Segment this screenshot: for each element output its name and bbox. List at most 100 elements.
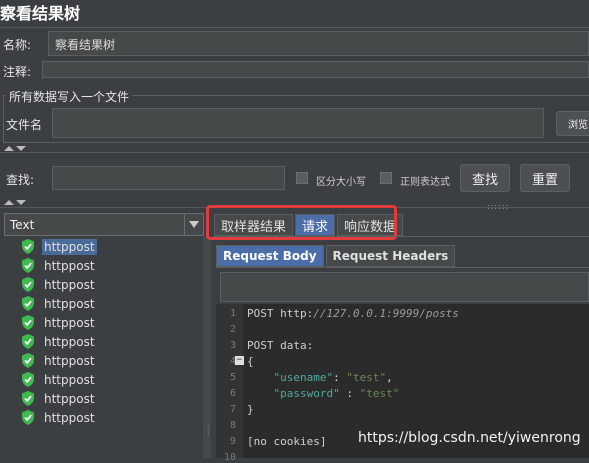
line-number: 1 bbox=[229, 308, 236, 319]
success-shield-icon bbox=[22, 391, 34, 406]
drag-handle[interactable]: · · · · bbox=[207, 423, 210, 440]
success-shield-icon bbox=[22, 258, 34, 273]
case-sensitive-label: 区分大小写 bbox=[316, 177, 366, 188]
case-sensitive-checkbox[interactable] bbox=[296, 172, 308, 184]
chevron-down-icon[interactable] bbox=[184, 214, 203, 235]
search-input[interactable] bbox=[52, 166, 285, 190]
tree-item-label: httppost bbox=[44, 334, 95, 349]
line-number: 6 bbox=[229, 388, 236, 399]
comment-field[interactable] bbox=[42, 61, 589, 78]
request-tabs: Request Body Request Headers bbox=[216, 245, 457, 267]
name-field[interactable]: 察看结果树 bbox=[48, 31, 589, 56]
regex-checkbox[interactable] bbox=[380, 172, 392, 184]
tree-item-label: httppost bbox=[44, 353, 95, 368]
collapse-up-icon[interactable] bbox=[4, 146, 14, 151]
results-tree: httppost httppost httppost httppost httppost… bbox=[3, 237, 203, 458]
line-number: 2 bbox=[229, 324, 236, 335]
line-number: 8 bbox=[229, 420, 236, 431]
write-all-legend: 所有数据写入一个文件 bbox=[6, 88, 133, 105]
tab-request-0[interactable]: Request Body bbox=[216, 245, 324, 267]
success-shield-icon bbox=[22, 239, 34, 254]
tree-item-label: httppost bbox=[44, 296, 95, 311]
code-token: POST data: bbox=[247, 339, 314, 352]
line-number: 3 bbox=[229, 340, 236, 351]
line-number: 4 bbox=[229, 356, 236, 367]
comment-label: 注释: bbox=[3, 65, 32, 79]
code-line: POST http://127.0.0.1:9999/posts bbox=[247, 307, 459, 320]
divider bbox=[213, 236, 589, 237]
code-token: "password" bbox=[273, 387, 340, 400]
code-token: : bbox=[339, 387, 360, 400]
divider bbox=[216, 267, 589, 268]
splitter-arrows[interactable] bbox=[4, 200, 26, 205]
tree-item-label: httppost bbox=[44, 391, 95, 406]
code-token: : bbox=[333, 371, 347, 384]
code-token: { bbox=[247, 355, 254, 368]
success-shield-icon bbox=[22, 315, 34, 330]
code-token: , bbox=[386, 371, 393, 384]
tree-item[interactable]: httppost bbox=[3, 370, 203, 389]
collapse-up-icon[interactable] bbox=[4, 200, 14, 205]
success-shield-icon bbox=[22, 372, 34, 387]
tab-request-1[interactable]: Request Headers bbox=[325, 245, 456, 267]
renderer-select[interactable]: Text bbox=[4, 213, 204, 236]
line-number: 5 bbox=[229, 372, 236, 383]
tree-item-label: httppost bbox=[44, 277, 95, 292]
code-token: //127.0.0.1:9999/posts bbox=[313, 307, 459, 320]
line-number: 9 bbox=[229, 436, 236, 447]
code-line: [no cookies] bbox=[247, 435, 326, 448]
code-token: "test" bbox=[359, 387, 400, 400]
code-token: } bbox=[247, 403, 254, 416]
filename-label: 文件名 bbox=[6, 118, 43, 132]
code-line: } bbox=[247, 403, 254, 416]
page-title: 察看结果树 bbox=[0, 4, 81, 23]
tree-item-label: httppost bbox=[44, 372, 95, 387]
code-line: { bbox=[247, 355, 254, 368]
highlight-box bbox=[206, 205, 397, 240]
name-label: 名称: bbox=[3, 38, 32, 52]
tree-item[interactable]: httppost bbox=[3, 408, 203, 427]
find-button[interactable]: 查找 bbox=[460, 164, 510, 192]
tree-item-label: httppost bbox=[44, 410, 95, 425]
divider bbox=[0, 152, 589, 153]
tree-item[interactable]: httppost bbox=[3, 256, 203, 275]
renderer-value: Text bbox=[10, 217, 35, 232]
success-shield-icon bbox=[22, 296, 34, 311]
filename-field[interactable] bbox=[52, 108, 544, 138]
tree-item[interactable]: httppost bbox=[3, 237, 203, 256]
code-line: "usename": "test", bbox=[247, 371, 393, 384]
line-number: 7 bbox=[229, 404, 236, 415]
expand-down-icon[interactable] bbox=[16, 200, 26, 205]
code-token: POST http: bbox=[247, 307, 314, 320]
code-token: "test" bbox=[346, 371, 387, 384]
tree-item[interactable]: httppost bbox=[3, 351, 203, 370]
tree-item[interactable]: httppost bbox=[3, 389, 203, 408]
success-shield-icon bbox=[22, 277, 34, 292]
tree-item[interactable]: httppost bbox=[3, 275, 203, 294]
reset-button[interactable]: 重置 bbox=[520, 164, 570, 192]
code-line: POST data: bbox=[247, 339, 313, 352]
tree-item[interactable]: httppost bbox=[3, 313, 203, 332]
tree-item-label: httppost bbox=[44, 315, 95, 330]
tree-item[interactable]: httppost bbox=[3, 332, 203, 351]
tree-item[interactable]: httppost bbox=[3, 294, 203, 313]
divider bbox=[0, 27, 589, 28]
success-shield-icon bbox=[22, 410, 34, 425]
request-toolbar bbox=[220, 272, 589, 302]
browse-button[interactable]: 浏览 bbox=[556, 111, 589, 136]
regex-label: 正则表达式 bbox=[400, 177, 450, 188]
success-shield-icon bbox=[22, 353, 34, 368]
search-label: 查找: bbox=[6, 173, 35, 187]
fold-icon[interactable]: − bbox=[235, 356, 244, 365]
watermark: https://blog.csdn.net/yiwenrong bbox=[358, 430, 581, 446]
code-line: "password" : "test" bbox=[247, 387, 400, 400]
tree-item-label: httppost bbox=[42, 238, 97, 255]
splitter-arrows[interactable] bbox=[4, 146, 26, 151]
code-token: "usename" bbox=[273, 371, 334, 384]
tree-item-label: httppost bbox=[44, 258, 95, 273]
success-shield-icon bbox=[22, 334, 34, 349]
code-token: [no cookies] bbox=[247, 435, 327, 448]
expand-down-icon[interactable] bbox=[16, 146, 26, 151]
